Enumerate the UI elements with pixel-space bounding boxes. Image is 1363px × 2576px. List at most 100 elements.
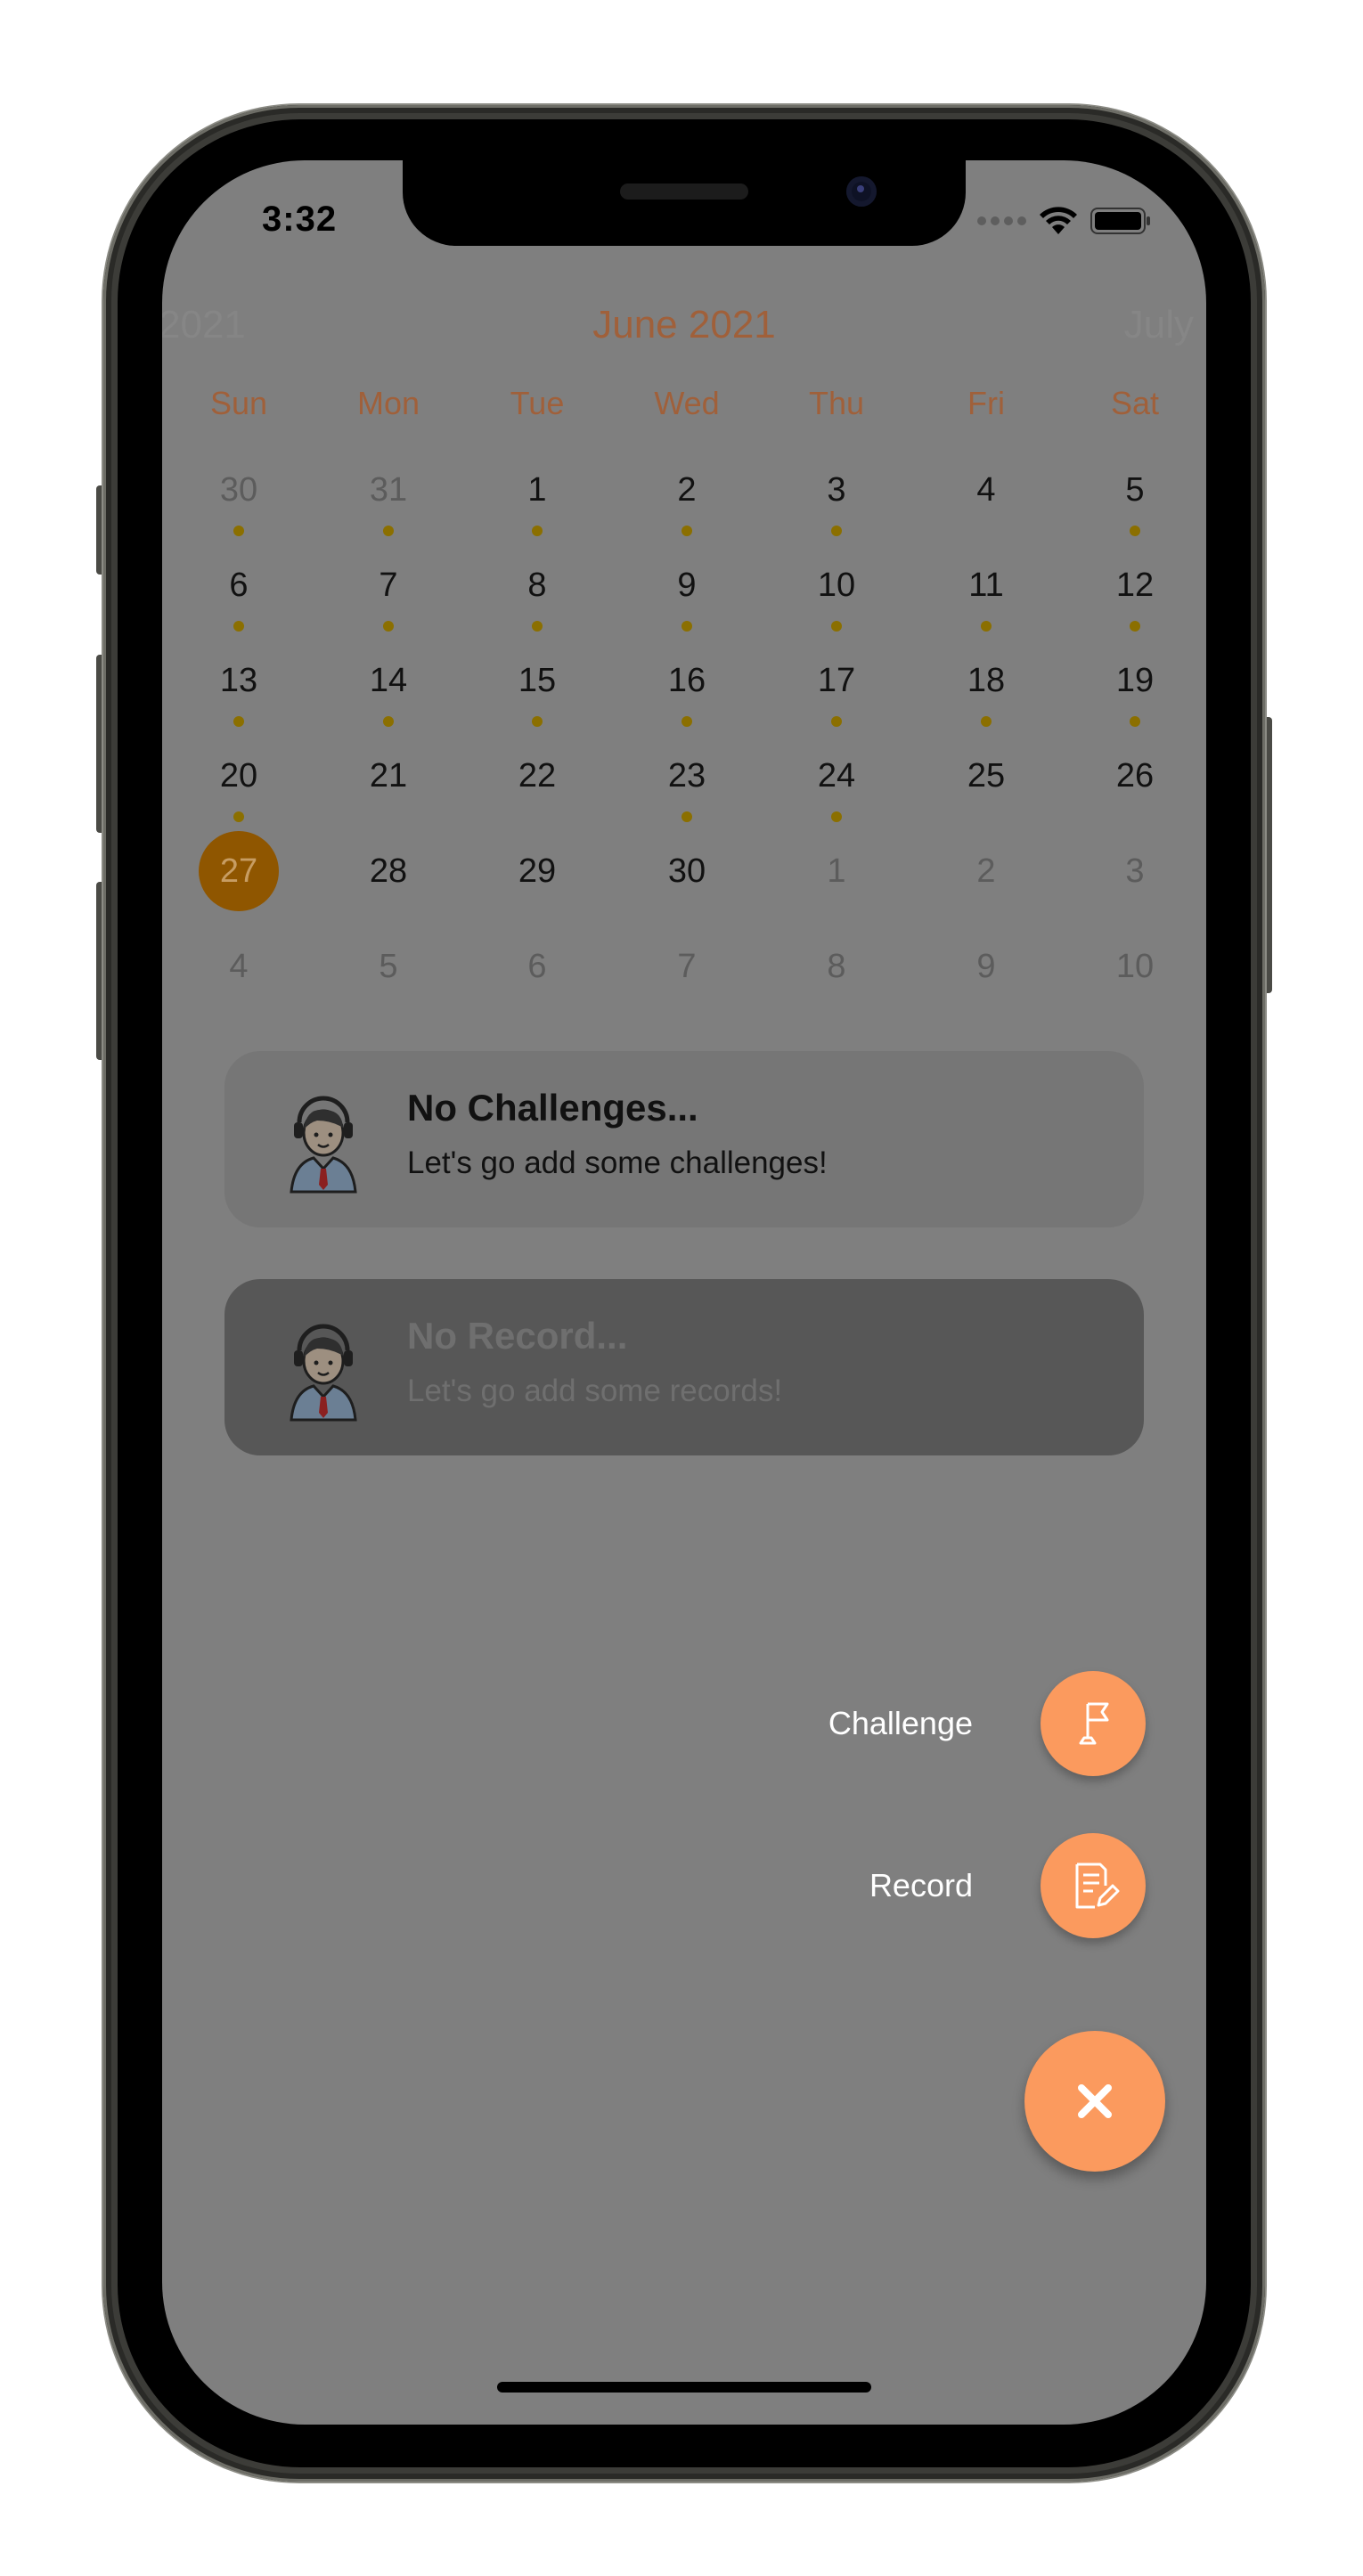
calendar-day-number: 30 — [219, 471, 258, 509]
calendar-day[interactable]: 4 — [915, 468, 1057, 557]
calendar-day-number: 31 — [369, 471, 408, 509]
calendar-day-number: 4 — [229, 948, 249, 985]
event-dot — [532, 621, 543, 632]
calendar-day[interactable]: 13 — [167, 658, 310, 747]
calendar-day[interactable]: 19 — [1064, 658, 1206, 747]
status-icons — [977, 203, 1151, 239]
calendar-day[interactable]: 3 — [765, 468, 908, 557]
calendar-day[interactable]: 7 — [616, 944, 758, 1033]
calendar-day[interactable]: 28 — [317, 849, 460, 938]
battery-icon — [1090, 208, 1150, 234]
calendar-day[interactable]: 26 — [1064, 754, 1206, 843]
calendar-day[interactable]: 8 — [765, 944, 908, 1033]
calendar-day-number: 14 — [369, 662, 408, 699]
calendar-day[interactable]: 6 — [167, 563, 310, 652]
event-dot — [981, 621, 992, 632]
calendar-day[interactable]: 25 — [915, 754, 1057, 843]
notch — [403, 160, 966, 246]
add-record-button[interactable] — [1041, 1833, 1146, 1938]
calendar-day[interactable]: 24 — [765, 754, 908, 843]
calendar-day[interactable]: 4 — [167, 944, 310, 1033]
calendar-day-number: 1 — [527, 471, 547, 509]
calendar-day[interactable]: 11 — [915, 563, 1057, 652]
calendar-day-number: 3 — [1125, 852, 1145, 890]
event-dot — [682, 526, 692, 536]
add-challenge-button[interactable] — [1041, 1671, 1146, 1776]
calendar-day-number: 5 — [1125, 471, 1145, 509]
calendar-day[interactable]: 23 — [616, 754, 758, 843]
document-edit-icon — [1075, 1863, 1120, 1909]
status-time: 3:32 — [262, 200, 338, 239]
calendar-day[interactable]: 21 — [317, 754, 460, 843]
close-fab-button[interactable] — [1024, 2031, 1165, 2172]
calendar-day-number: 17 — [817, 662, 856, 699]
calendar-day[interactable]: 17 — [765, 658, 908, 747]
records-empty-subtitle: Let's go add some records! — [407, 1374, 783, 1408]
challenges-card[interactable]: No Challenges... Let's go add some chall… — [224, 1051, 1144, 1227]
calendar-day[interactable]: 29 — [466, 849, 608, 938]
calendar-day[interactable]: 30 — [167, 468, 310, 557]
calendar-day-number: 7 — [379, 567, 398, 604]
calendar-day[interactable]: 12 — [1064, 563, 1206, 652]
event-dot — [682, 716, 692, 727]
calendar-day-number: 2 — [677, 471, 697, 509]
calendar-day-number: 9 — [976, 948, 996, 985]
calendar-day-number: 9 — [677, 567, 697, 604]
calendar-day[interactable]: 10 — [765, 563, 908, 652]
event-dot — [1130, 716, 1140, 727]
calendar-day[interactable]: 1 — [466, 468, 608, 557]
calendar-day[interactable]: 7 — [317, 563, 460, 652]
challenge-fab-label[interactable]: Challenge — [777, 1705, 973, 1742]
calendar-day-number: 6 — [229, 567, 249, 604]
calendar-day[interactable]: 2 — [616, 468, 758, 557]
home-indicator[interactable] — [497, 2382, 871, 2393]
calendar-day[interactable]: 20 — [167, 754, 310, 843]
calendar-day-number: 26 — [1115, 757, 1155, 795]
calendar-day-number: 1 — [827, 852, 846, 890]
calendar-day[interactable]: 31 — [317, 468, 460, 557]
calendar-day[interactable]: 8 — [466, 563, 608, 652]
event-dot — [383, 526, 394, 536]
event-dot — [831, 621, 842, 632]
event-dot — [233, 526, 244, 536]
calendar-day[interactable]: 16 — [616, 658, 758, 747]
calendar-day-today[interactable]: 27 — [167, 831, 310, 938]
challenges-empty-title: No Challenges... — [407, 1087, 698, 1129]
calendar-day[interactable]: 10 — [1064, 944, 1206, 1033]
speaker-grille — [620, 183, 748, 200]
calendar-day-number: 12 — [1115, 567, 1155, 604]
weekday-header: Sun Mon Tue Wed Thu Fri Sat — [162, 385, 1206, 429]
calendar-day[interactable]: 14 — [317, 658, 460, 747]
calendar-day[interactable]: 15 — [466, 658, 608, 747]
event-dot — [532, 716, 543, 727]
calendar-day-number: 30 — [667, 852, 706, 890]
calendar-day[interactable]: 9 — [616, 563, 758, 652]
calendar-day[interactable]: 5 — [317, 944, 460, 1033]
calendar-day-number: 10 — [1115, 948, 1155, 985]
calendar-day[interactable]: 18 — [915, 658, 1057, 747]
event-dot — [1130, 621, 1140, 632]
calendar-day[interactable]: 30 — [616, 849, 758, 938]
close-icon — [1078, 2084, 1112, 2118]
calendar-day-number: 5 — [379, 948, 398, 985]
calendar-day[interactable]: 3 — [1064, 849, 1206, 938]
calendar-day-number: 4 — [976, 471, 996, 509]
event-dot — [831, 526, 842, 536]
calendar-day-number: 18 — [967, 662, 1006, 699]
event-dot — [383, 716, 394, 727]
calendar-day[interactable]: 5 — [1064, 468, 1206, 557]
calendar-day-number: 3 — [827, 471, 846, 509]
calendar-day-number: 22 — [518, 757, 557, 795]
record-fab-label[interactable]: Record — [777, 1867, 973, 1904]
app-screen: 3:32 2021 June 2021 July Sun Mon Tue Wed… — [162, 160, 1206, 2425]
records-card[interactable]: No Record... Let's go add some records! — [224, 1279, 1144, 1455]
calendar-day[interactable]: 2 — [915, 849, 1057, 938]
next-month-label[interactable]: July — [1124, 303, 1194, 347]
calendar-day[interactable]: 1 — [765, 849, 908, 938]
event-dot — [383, 621, 394, 632]
front-camera — [846, 176, 877, 207]
calendar-day[interactable]: 22 — [466, 754, 608, 843]
records-empty-title: No Record... — [407, 1315, 628, 1357]
calendar-day[interactable]: 6 — [466, 944, 608, 1033]
calendar-day[interactable]: 9 — [915, 944, 1057, 1033]
